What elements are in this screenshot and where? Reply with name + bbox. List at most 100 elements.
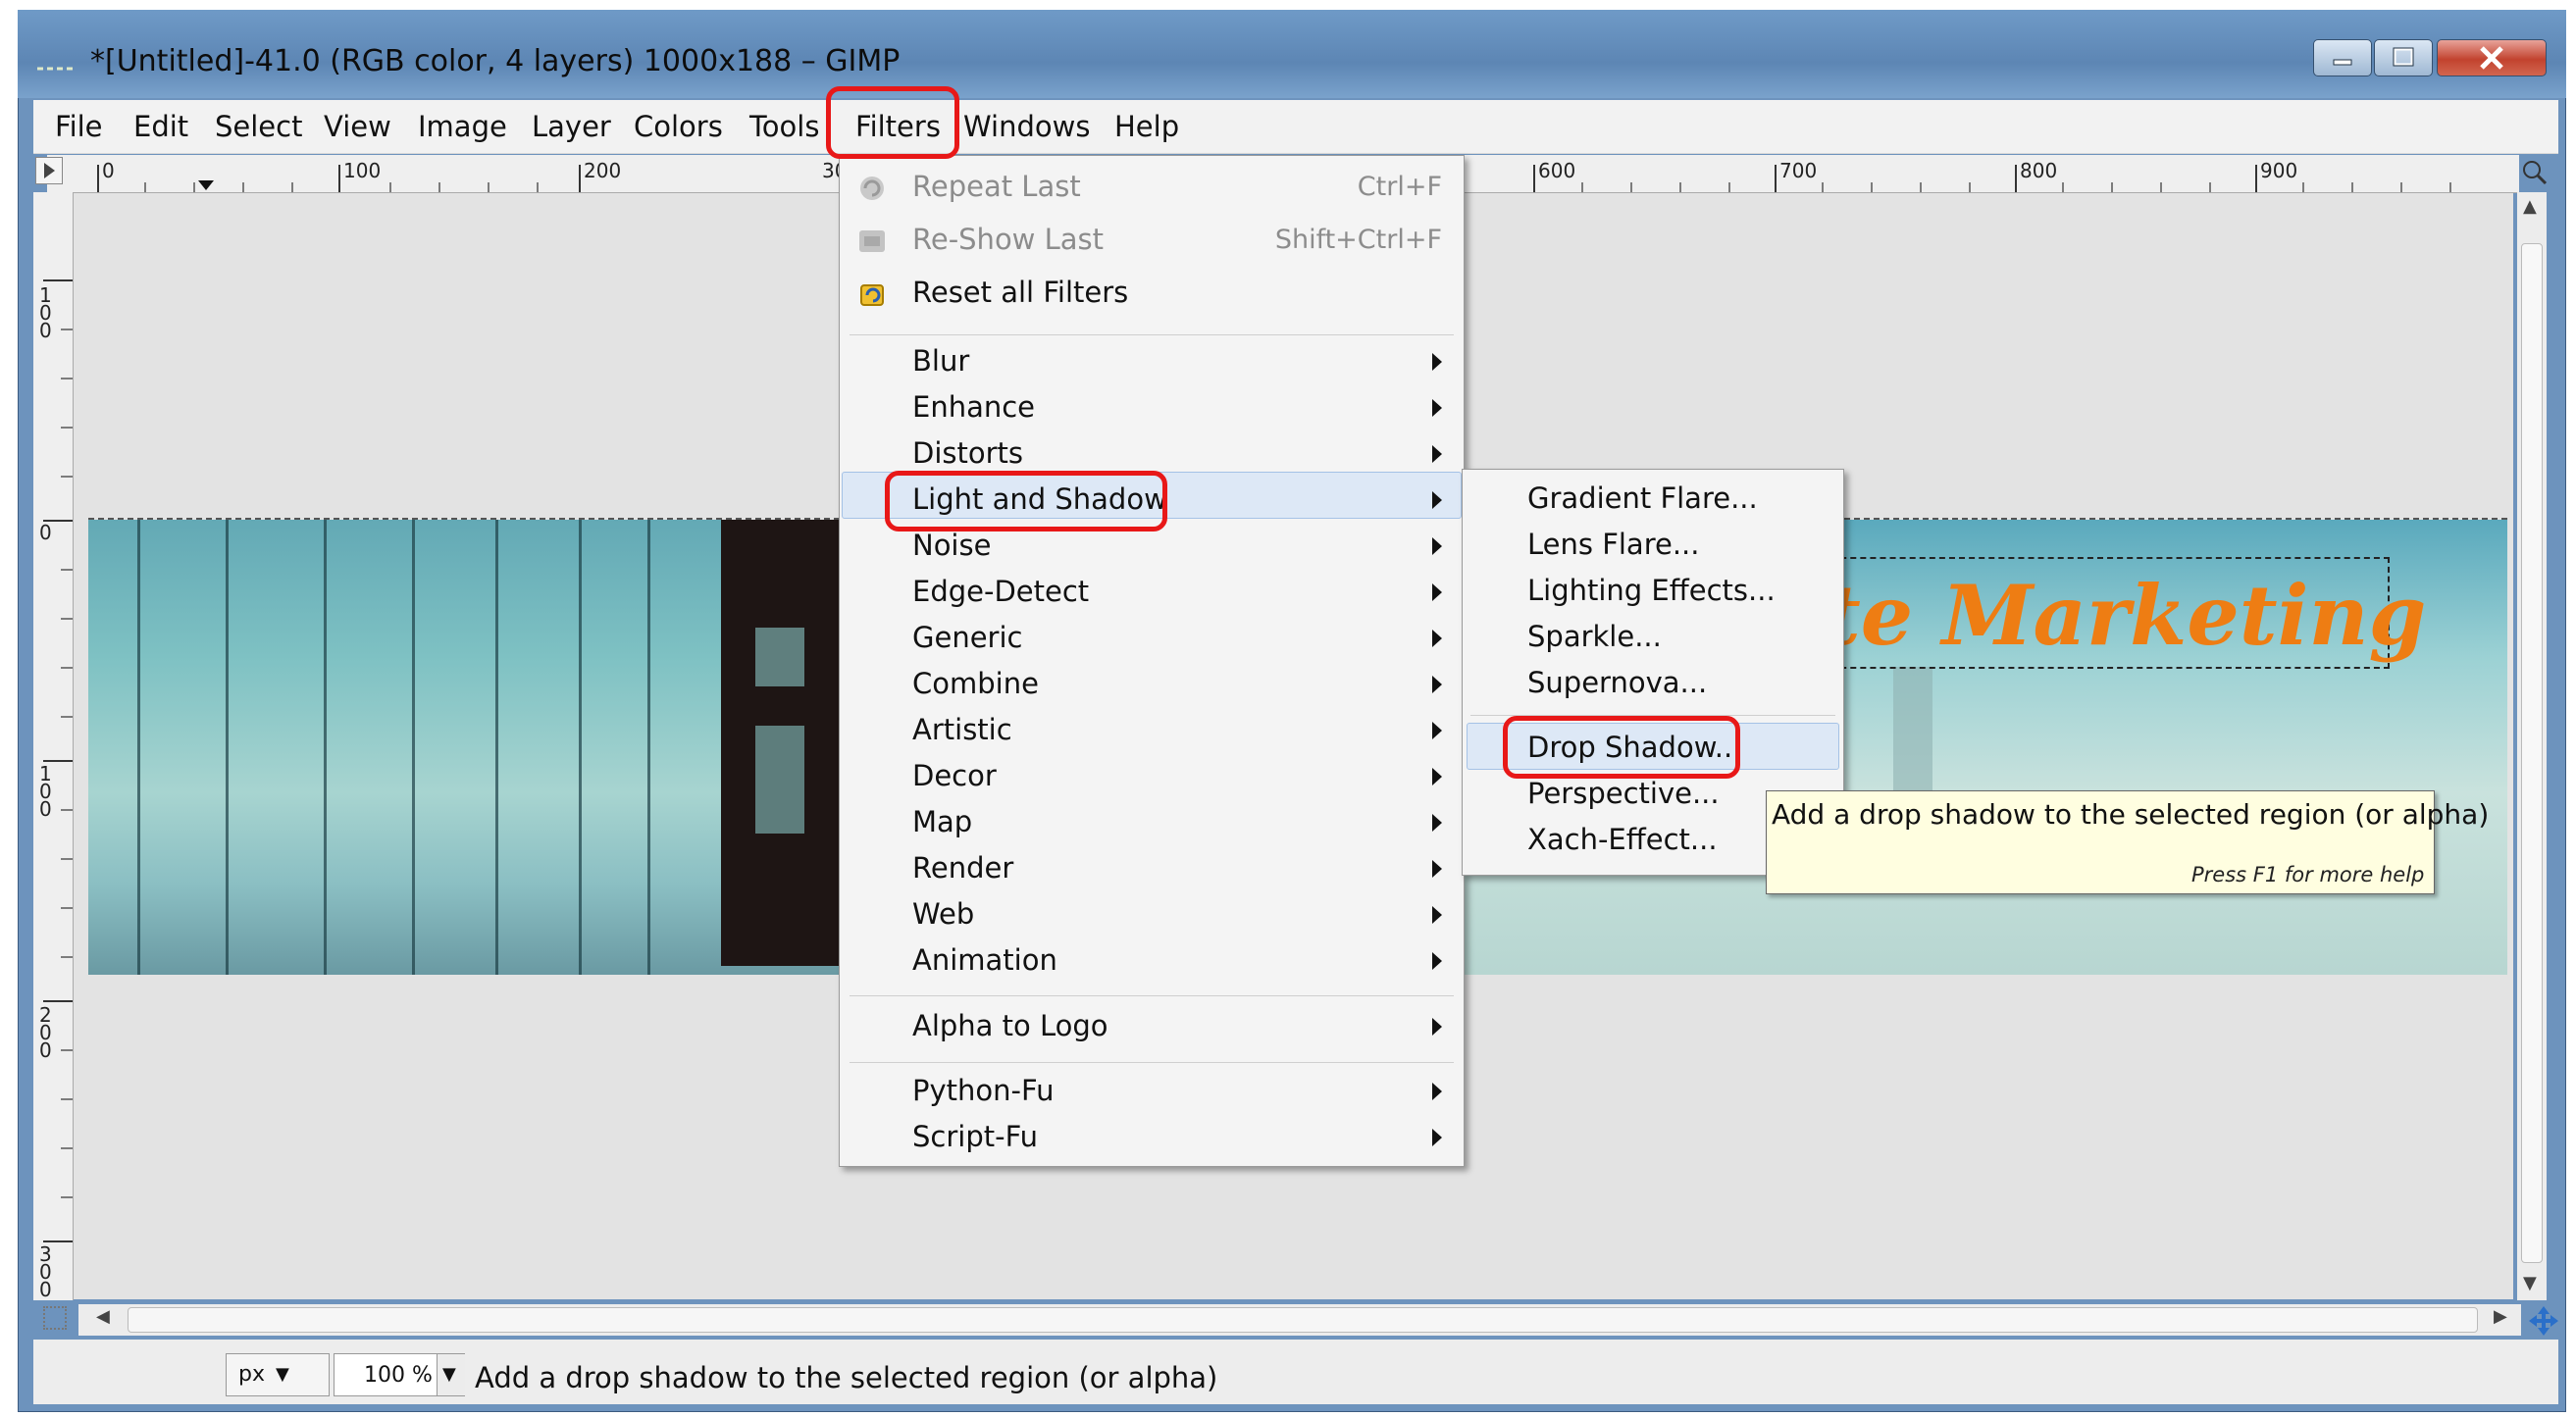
submenu-arrow-icon	[1432, 630, 1442, 647]
annotation-highlight-drop-shadow	[1503, 716, 1740, 779]
bridge-cable	[137, 520, 140, 975]
menu-item-reset-all-filters[interactable]: Reset all Filters	[912, 276, 1128, 309]
scroll-up-icon[interactable]: ▲	[2523, 196, 2537, 217]
image-text: te Marketing	[1823, 567, 2427, 664]
maximize-icon	[2393, 47, 2414, 67]
menu-item-decor[interactable]: Decor	[912, 759, 997, 792]
submenu-arrow-icon	[1432, 445, 1442, 463]
zoom-icon[interactable]	[2519, 157, 2549, 186]
gimp-app-icon	[37, 59, 77, 71]
submenu-arrow-icon	[1432, 814, 1442, 832]
menu-item-python-fu[interactable]: Python-Fu	[912, 1074, 1054, 1107]
ruler-label: 600	[1538, 159, 1576, 182]
ruler-label: 1 0 0	[39, 283, 52, 342]
menu-item-xach-effect[interactable]: Xach-Effect...	[1527, 823, 1718, 856]
menu-item-map[interactable]: Map	[912, 805, 972, 838]
shortcut-repeat-last: Ctrl+F	[1357, 172, 1442, 202]
submenu-arrow-icon	[1432, 1018, 1442, 1036]
maximize-button[interactable]	[2374, 39, 2433, 76]
bridge-cable	[495, 520, 498, 975]
horizontal-scroll-thumb[interactable]	[128, 1307, 2478, 1333]
submenu-arrow-icon	[1432, 583, 1442, 601]
menu-item-blur[interactable]: Blur	[912, 344, 969, 378]
menu-item-generic[interactable]: Generic	[912, 621, 1022, 654]
menu-item-distorts[interactable]: Distorts	[912, 436, 1023, 470]
menu-item-gradient-flare[interactable]: Gradient Flare...	[1527, 481, 1758, 515]
menu-edit[interactable]: Edit	[133, 110, 188, 143]
vertical-ruler[interactable]: 1 0 0 0 1 0 0 2 0 0 3 0 0	[33, 192, 74, 1300]
menu-colors[interactable]: Colors	[634, 110, 723, 143]
submenu-arrow-icon	[1432, 860, 1442, 878]
menu-item-combine[interactable]: Combine	[912, 667, 1039, 700]
menu-tools[interactable]: Tools	[749, 110, 819, 143]
bridge-cable	[579, 520, 582, 975]
menu-item-artistic[interactable]: Artistic	[912, 713, 1012, 746]
zoom-selector[interactable]: 100 % ▼	[334, 1353, 465, 1396]
submenu-arrow-icon	[1432, 1129, 1442, 1146]
menu-layer[interactable]: Layer	[532, 110, 611, 143]
dropdown-arrow-icon: ▼	[276, 1364, 289, 1385]
ruler-label: 3 0 0	[39, 1242, 52, 1301]
bridge-cable	[412, 520, 415, 975]
unit-value: px	[238, 1362, 265, 1387]
navigate-icon[interactable]	[2527, 1304, 2560, 1341]
scroll-down-icon[interactable]: ▼	[2523, 1273, 2537, 1293]
menu-item-web[interactable]: Web	[912, 897, 974, 931]
reset-filters-icon	[860, 284, 884, 306]
filters-menu: Repeat Last Ctrl+F Re-Show Last Shift+Ct…	[839, 155, 1465, 1167]
menu-item-edge-detect[interactable]: Edge-Detect	[912, 575, 1089, 608]
menu-item-supernova[interactable]: Supernova...	[1527, 666, 1707, 699]
minimize-button[interactable]	[2313, 39, 2372, 76]
unit-selector[interactable]: px ▼	[226, 1353, 330, 1396]
scroll-right-icon[interactable]: ▶	[2494, 1306, 2507, 1327]
ruler-label: 800	[2020, 159, 2058, 182]
zoom-dropdown-button[interactable]: ▼	[437, 1354, 465, 1395]
menu-item-animation[interactable]: Animation	[912, 943, 1057, 977]
menu-item-reshow-last[interactable]: Re-Show Last	[912, 223, 1104, 256]
ruler-label: 200	[584, 159, 622, 182]
minimize-icon	[2333, 59, 2352, 66]
menu-item-repeat-last[interactable]: Repeat Last	[912, 170, 1081, 203]
ruler-label: 1 0 0	[39, 762, 52, 821]
ruler-label: 700	[1779, 159, 1818, 182]
window-title: *[Untitled]-41.0 (RGB color, 4 layers) 1…	[90, 44, 901, 78]
shortcut-reshow-last: Shift+Ctrl+F	[1274, 225, 1442, 255]
reshow-icon	[859, 230, 885, 252]
menu-item-lens-flare[interactable]: Lens Flare...	[1527, 528, 1700, 561]
play-icon	[44, 163, 55, 178]
menu-windows[interactable]: Windows	[963, 110, 1090, 143]
ruler-label: 100	[343, 159, 382, 182]
bridge-cable	[226, 520, 229, 975]
menu-separator	[850, 1062, 1454, 1063]
submenu-arrow-icon	[1432, 537, 1442, 555]
menu-select[interactable]: Select	[215, 110, 302, 143]
menu-image[interactable]: Image	[418, 110, 507, 143]
menu-item-script-fu[interactable]: Script-Fu	[912, 1120, 1038, 1153]
menu-help[interactable]: Help	[1114, 110, 1179, 143]
menu-view[interactable]: View	[324, 110, 391, 143]
vertical-scroll-thumb[interactable]	[2521, 243, 2543, 1263]
scroll-left-icon[interactable]: ◀	[96, 1306, 110, 1327]
menu-file[interactable]: File	[55, 110, 103, 143]
submenu-arrow-icon	[1432, 676, 1442, 693]
submenu-arrow-icon	[1432, 906, 1442, 924]
annotation-highlight-filters	[826, 86, 959, 159]
menu-item-sparkle[interactable]: Sparkle...	[1527, 620, 1662, 653]
menu-item-render[interactable]: Render	[912, 851, 1013, 885]
menu-item-noise[interactable]: Noise	[912, 529, 991, 562]
menu-bar: File Edit Select View Image Layer Colors…	[33, 100, 2558, 154]
menu-item-perspective[interactable]: Perspective...	[1527, 777, 1720, 810]
menu-item-lighting-effects[interactable]: Lighting Effects...	[1527, 574, 1776, 607]
menu-item-alpha-to-logo[interactable]: Alpha to Logo	[912, 1009, 1108, 1042]
close-button[interactable]	[2437, 39, 2547, 76]
ruler-label: 0	[102, 159, 115, 182]
bridge-cable	[324, 520, 327, 975]
quick-mask-toggle[interactable]	[35, 157, 63, 184]
submenu-arrow-icon	[1432, 722, 1442, 739]
menu-item-enhance[interactable]: Enhance	[912, 390, 1035, 424]
ruler-label: 900	[2260, 159, 2298, 182]
toggle-selection-icon[interactable]	[43, 1306, 67, 1330]
bridge-cable	[647, 520, 650, 975]
repeat-icon	[860, 177, 884, 200]
bridge-tower-opening	[755, 726, 804, 834]
